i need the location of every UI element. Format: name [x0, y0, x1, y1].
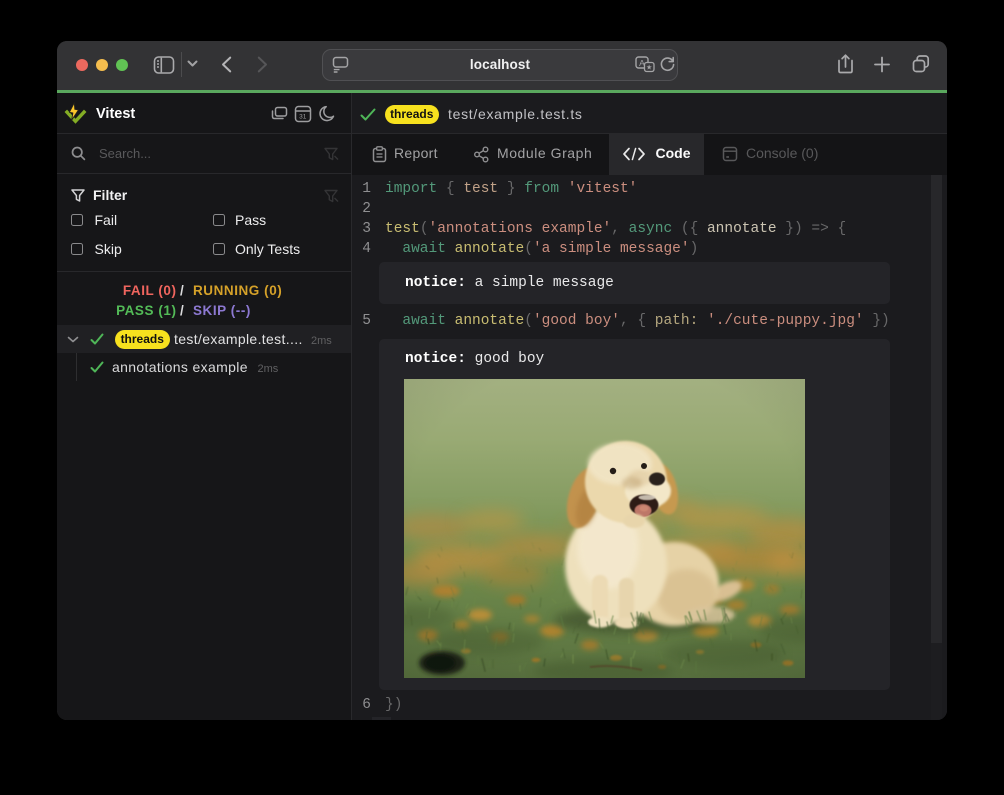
- svg-text:31: 31: [299, 113, 307, 120]
- svg-text:★: ★: [646, 64, 652, 72]
